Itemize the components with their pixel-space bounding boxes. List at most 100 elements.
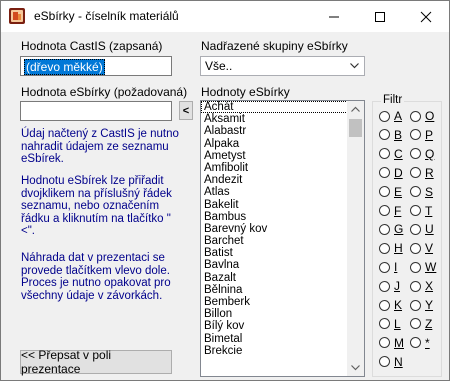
radio-circle-icon bbox=[379, 129, 390, 141]
filter-radio-label: Q bbox=[425, 146, 435, 161]
filter-radio-s[interactable]: S bbox=[410, 185, 433, 199]
esbirky-value-field[interactable] bbox=[20, 101, 172, 121]
list-item[interactable]: Barevný kov bbox=[201, 223, 364, 235]
filter-radio-label: V bbox=[425, 241, 434, 256]
filter-radio-f[interactable]: F bbox=[379, 204, 401, 218]
list-item[interactable]: Batist bbox=[201, 247, 364, 259]
filter-radio-h[interactable]: H bbox=[379, 241, 403, 255]
filter-radio-w[interactable]: W bbox=[410, 260, 436, 274]
esbirky-value-label: Hodnota eSbírky (požadovaná) bbox=[21, 85, 188, 99]
filter-radio-q[interactable]: Q bbox=[410, 147, 434, 161]
note-assign-instructions: Hodnotu eSbírek lze přiřadit dvojklikem … bbox=[21, 175, 172, 238]
filter-radio-z[interactable]: Z bbox=[410, 317, 432, 331]
list-item[interactable]: Andezit bbox=[201, 174, 364, 186]
filter-radio-label: U bbox=[425, 222, 434, 237]
filter-radio-x[interactable]: X bbox=[410, 279, 433, 293]
list-item[interactable]: Aksamit bbox=[201, 113, 364, 125]
castis-value-text: (dřevo měkké) bbox=[24, 59, 105, 75]
title-bar[interactable]: eSbírky - číselník materiálů bbox=[1, 1, 449, 32]
filter-radio-p[interactable]: P bbox=[410, 128, 433, 142]
list-item[interactable]: Alabastr bbox=[201, 125, 364, 137]
assign-value-button[interactable]: < bbox=[179, 101, 193, 120]
scroll-down-icon[interactable] bbox=[351, 365, 360, 371]
radio-circle-icon bbox=[379, 223, 390, 235]
radio-circle-icon bbox=[410, 167, 421, 179]
radio-circle-icon bbox=[410, 186, 421, 198]
list-item[interactable]: Barchet bbox=[201, 235, 364, 247]
maximize-button[interactable] bbox=[357, 1, 403, 32]
note-overwrite-instructions: Náhrada dat v prezentaci se provede tlač… bbox=[21, 252, 171, 302]
filter-radio-label: X bbox=[425, 279, 434, 294]
filter-radio-i[interactable]: I bbox=[379, 260, 397, 274]
radio-circle-icon bbox=[410, 110, 421, 122]
radio-circle-icon bbox=[379, 318, 390, 330]
filter-radio-a[interactable]: A bbox=[379, 109, 402, 123]
filter-radio-label: P bbox=[425, 127, 434, 142]
filter-radio-c[interactable]: C bbox=[379, 147, 403, 161]
minimize-button[interactable] bbox=[311, 1, 357, 32]
filter-radio-label: T bbox=[425, 203, 433, 218]
filter-radio-label: Y bbox=[425, 298, 434, 312]
filter-radio-label: A bbox=[394, 109, 403, 123]
filter-radio-b[interactable]: B bbox=[379, 128, 402, 142]
list-item[interactable]: Bambus bbox=[201, 211, 364, 223]
filter-radio-label: C bbox=[394, 146, 403, 161]
filter-radio-u[interactable]: U bbox=[410, 222, 434, 236]
radio-circle-icon bbox=[379, 186, 390, 198]
list-item[interactable]: Bílý kov bbox=[201, 320, 364, 332]
filter-label: Filtr bbox=[381, 94, 405, 106]
filter-radio-d[interactable]: D bbox=[379, 166, 403, 180]
list-item[interactable]: Amfibolit bbox=[201, 162, 364, 174]
list-item[interactable]: Brekcie bbox=[201, 345, 364, 357]
filter-radio-n[interactable]: N bbox=[379, 355, 403, 369]
list-item[interactable]: Bakelit bbox=[201, 199, 364, 211]
list-item[interactable]: Atlas bbox=[201, 186, 364, 198]
filter-radio-e[interactable]: E bbox=[379, 185, 402, 199]
filter-radio-g[interactable]: G bbox=[379, 222, 403, 236]
filter-radio-j[interactable]: J bbox=[379, 279, 400, 293]
list-item[interactable]: Ametyst bbox=[201, 150, 364, 162]
scroll-thumb[interactable] bbox=[349, 119, 362, 137]
filter-radio-label: F bbox=[394, 203, 402, 218]
list-item[interactable]: Bimetal bbox=[201, 333, 364, 345]
radio-circle-icon bbox=[379, 242, 390, 254]
list-item[interactable]: Bavlna bbox=[201, 259, 364, 271]
close-button[interactable] bbox=[403, 1, 449, 32]
close-icon bbox=[420, 11, 432, 22]
filter-radio-label: K bbox=[394, 298, 403, 312]
filter-radio-k[interactable]: K bbox=[379, 298, 402, 312]
list-item[interactable]: Bělnina bbox=[201, 284, 364, 296]
overwrite-in-presentation-button[interactable]: << Přepsat v poli prezentace bbox=[20, 348, 172, 376]
radio-circle-icon bbox=[379, 356, 390, 368]
filter-radio-r[interactable]: R bbox=[410, 166, 434, 180]
radio-circle-icon bbox=[410, 318, 421, 330]
filter-radio-m[interactable]: M bbox=[379, 336, 404, 350]
list-item[interactable]: Alpaka bbox=[201, 138, 364, 150]
castis-value-field[interactable]: (dřevo měkké) bbox=[20, 56, 172, 76]
radio-circle-icon bbox=[410, 299, 421, 311]
radio-circle-icon bbox=[410, 205, 421, 216]
filter-radio-o[interactable]: O bbox=[410, 109, 434, 123]
values-list-scrollbar[interactable] bbox=[347, 101, 364, 376]
filter-radio-label: J bbox=[394, 279, 400, 294]
list-item[interactable]: Bemberk bbox=[201, 296, 364, 308]
list-item[interactable]: Bazalt bbox=[201, 272, 364, 284]
list-item[interactable]: Billon bbox=[201, 308, 364, 320]
radio-circle-icon bbox=[379, 148, 390, 160]
filter-radio-t[interactable]: T bbox=[410, 204, 432, 218]
radio-circle-icon bbox=[379, 280, 390, 292]
list-item[interactable]: Achát bbox=[201, 101, 364, 114]
parent-groups-select[interactable]: Vše.. bbox=[200, 56, 365, 76]
filter-radio-label: Z bbox=[425, 316, 433, 331]
filter-radio-y[interactable]: Y bbox=[410, 298, 433, 312]
radio-circle-icon bbox=[379, 299, 390, 311]
filter-radio-all[interactable]: * bbox=[410, 336, 430, 350]
filter-radio-label: D bbox=[394, 165, 403, 180]
note-castis-replace: Údaj načtený z CastIS je nutno nahradit … bbox=[21, 128, 179, 166]
scroll-up-icon[interactable] bbox=[351, 106, 360, 112]
filter-radio-v[interactable]: V bbox=[410, 241, 433, 255]
values-listbox[interactable]: Achát Aksamit Alabastr Alpaka Ametyst Amfibol… bbox=[200, 100, 365, 377]
filter-radio-l[interactable]: L bbox=[379, 317, 401, 331]
app-icon bbox=[9, 8, 25, 24]
radio-circle-icon bbox=[410, 337, 421, 349]
